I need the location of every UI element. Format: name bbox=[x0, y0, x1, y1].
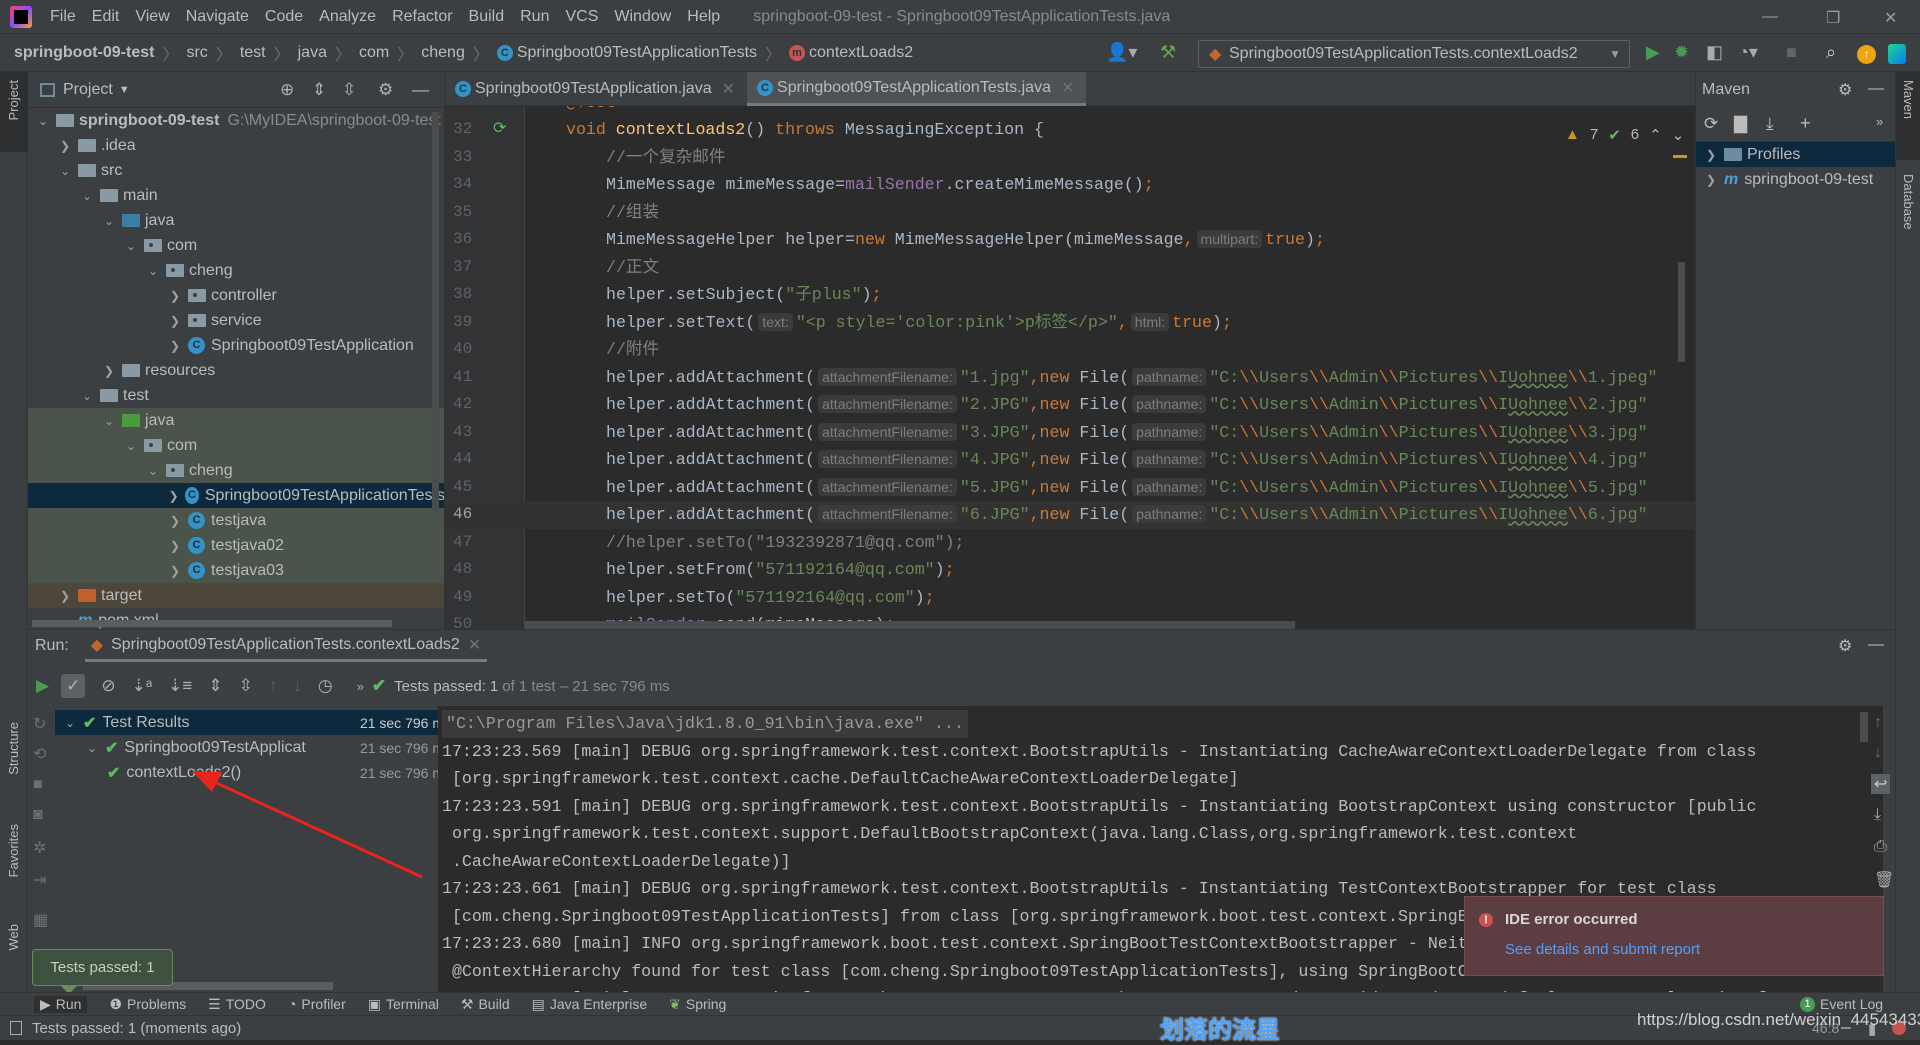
tab-spring[interactable]: ❦ Spring bbox=[669, 996, 726, 1013]
run-icon: ▶ bbox=[40, 995, 51, 1012]
todo-icon: ☰ bbox=[208, 995, 221, 1012]
tab-label: Build bbox=[478, 996, 510, 1012]
status-bar: Tests passed: 1 (moments ago) 46:8 ▮ bbox=[0, 1015, 1920, 1040]
ide-error-notification[interactable]: ! IDE error occurred See details and sub… bbox=[1464, 896, 1884, 976]
tests-passed-tooltip: Tests passed: 1 bbox=[32, 949, 173, 994]
tab-profiler[interactable]: ◔ Profiler bbox=[288, 996, 346, 1012]
tab-run[interactable]: ▶ Run bbox=[34, 995, 88, 1013]
status-message: Tests passed: 1 (moments ago) bbox=[32, 1019, 242, 1037]
tab-label: Problems bbox=[127, 996, 187, 1012]
problems-icon: ❶ bbox=[109, 995, 123, 1012]
terminal-icon: ▣ bbox=[367, 995, 381, 1012]
tab-label: Run bbox=[55, 996, 82, 1012]
java-enterprise-icon: ▤ bbox=[531, 995, 545, 1012]
tab-terminal[interactable]: ▣ Terminal bbox=[368, 996, 439, 1013]
tab-label: Spring bbox=[685, 996, 727, 1012]
error-icon: ! bbox=[1479, 913, 1493, 927]
tab-java-enterprise[interactable]: ▤ Java Enterprise bbox=[532, 996, 648, 1013]
annotation-arrow bbox=[192, 771, 423, 879]
spring-leaf-icon: ❦ bbox=[669, 995, 681, 1012]
see-details-link[interactable]: See details and submit report bbox=[1505, 941, 1700, 958]
tab-label: Profiler bbox=[301, 996, 346, 1012]
tab-label: TODO bbox=[225, 996, 266, 1012]
tab-todo[interactable]: ☰ TODO bbox=[208, 996, 266, 1013]
watermark-url: https://blog.csdn.net/weixin_44543433 bbox=[1637, 1010, 1920, 1029]
bottom-tool-tabs: ▶ Run ❶ Problems ☰ TODO ◔ Profiler ▣ Terminal… bbox=[0, 992, 1920, 1015]
toggle-tool-windows-icon[interactable] bbox=[10, 1021, 22, 1035]
tab-label: Java Enterprise bbox=[549, 996, 648, 1012]
build-icon: ⚒ bbox=[460, 995, 474, 1012]
tab-build[interactable]: ⚒ Build bbox=[461, 996, 510, 1013]
tab-label: Terminal bbox=[386, 996, 439, 1012]
profiler-icon: ◔ bbox=[287, 996, 297, 1012]
notification-title: IDE error occurred bbox=[1505, 911, 1638, 928]
tab-problems[interactable]: ❶ Problems bbox=[109, 996, 186, 1013]
